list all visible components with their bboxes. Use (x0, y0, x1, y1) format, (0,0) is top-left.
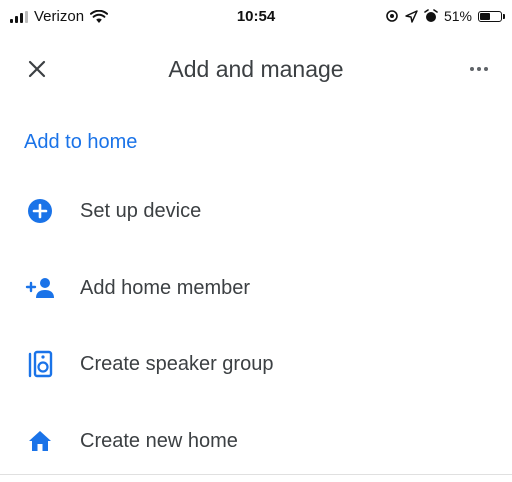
app-bar: Add and manage (0, 44, 512, 92)
menu-item-set-up-device[interactable]: Set up device (0, 183, 512, 239)
screen: Verizon 10:54 51% Add and manage Add to … (0, 0, 512, 482)
alarm-icon (424, 9, 438, 22)
menu-item-create-new-home[interactable]: Create new home (0, 413, 512, 469)
add-person-icon (24, 272, 56, 304)
page-title: Add and manage (168, 56, 344, 82)
location-target-icon (386, 10, 398, 22)
battery-icon (478, 10, 505, 22)
location-arrow-icon (405, 9, 418, 23)
menu-item-label: Create new home (80, 429, 238, 452)
home-icon (24, 425, 56, 457)
section-header-add-to-home: Add to home (24, 131, 138, 153)
add-circle-icon (24, 195, 56, 227)
menu-item-label: Create speaker group (80, 352, 274, 375)
menu-item-add-home-member[interactable]: Add home member (0, 260, 512, 316)
battery-level (480, 12, 490, 20)
battery-percent: 51% (443, 8, 472, 24)
menu-item-label: Add home member (80, 276, 251, 299)
menu-item-create-speaker-group[interactable]: Create speaker group (0, 336, 512, 392)
speaker-icon (24, 348, 56, 380)
more-horizontal-icon (470, 67, 488, 71)
status-bar: Verizon 10:54 51% (0, 0, 512, 36)
more-options-button[interactable] (464, 54, 494, 84)
status-bar-right: 51% (385, 8, 505, 24)
divider (0, 474, 512, 475)
menu-item-label: Set up device (80, 199, 202, 222)
